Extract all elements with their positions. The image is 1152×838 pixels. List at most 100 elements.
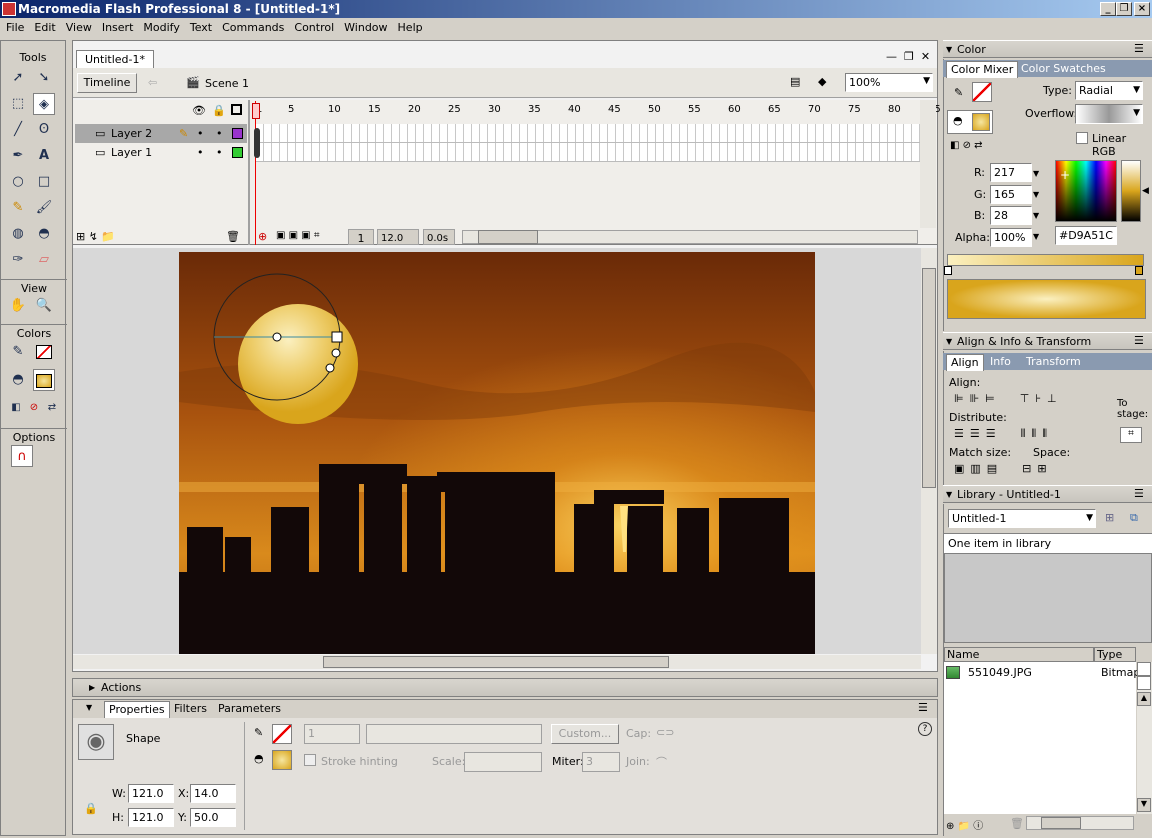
hand-tool-icon[interactable]: ✋ (7, 295, 29, 317)
timeline-divider[interactable] (248, 100, 250, 245)
tab-align[interactable]: Align (946, 354, 984, 371)
value-steppers[interactable]: ▼ ▼ ▼ ▼ (1033, 163, 1043, 247)
back-arrow-icon[interactable]: ⇦ (148, 76, 157, 89)
keyframe[interactable] (254, 128, 260, 158)
tab-filters[interactable]: Filters (170, 701, 211, 717)
height-field[interactable]: 121.0 (128, 808, 174, 827)
join-icon[interactable]: ⌒ (656, 754, 667, 770)
eyedropper-tool-icon[interactable]: ✑ (7, 249, 29, 271)
library-vscroll[interactable]: ▲ ▼ (1137, 662, 1152, 814)
center-frame-icon[interactable]: ⊕ (258, 230, 267, 243)
onion-skin-icons[interactable]: ▣ ▣ ▣ ⌗ (276, 230, 320, 241)
tab-info[interactable]: Info (986, 354, 1015, 370)
width-field[interactable]: 121.0 (128, 784, 174, 803)
tab-transform[interactable]: Transform (1022, 354, 1085, 370)
linear-rgb-checkbox[interactable] (1076, 132, 1088, 144)
document-tab[interactable]: Untitled-1* (76, 50, 154, 68)
edit-scene-icon[interactable]: ▤ (790, 75, 800, 88)
gradient-stop-left[interactable] (944, 266, 952, 275)
stroke-color-icon[interactable]: ✎ (7, 341, 29, 363)
library-bottom-icons[interactable]: ⊕ 📁 ⓘ (946, 817, 983, 832)
menu-insert[interactable]: Insert (98, 18, 138, 38)
minimize-button[interactable]: _ (1100, 2, 1116, 16)
text-tool-icon[interactable]: A (33, 145, 55, 167)
col-name-header[interactable]: Name (944, 647, 1094, 662)
menu-view[interactable]: View (62, 18, 96, 38)
swap-colors-icon[interactable]: ⇄ (41, 397, 63, 419)
stroke-color-swatch[interactable] (272, 724, 292, 744)
frames-row-1[interactable] (256, 143, 920, 162)
stage-vscroll[interactable] (921, 248, 937, 654)
timeline-button[interactable]: Timeline (77, 73, 137, 93)
subselect-tool-icon[interactable]: ➘ (33, 67, 55, 89)
custom-button[interactable]: Custom... (551, 724, 619, 744)
scale-select[interactable] (464, 752, 542, 772)
zoom-select[interactable]: 100% ▼ (845, 73, 933, 92)
alpha-field[interactable]: 100% (990, 228, 1032, 247)
match-space-buttons[interactable]: ▣▥▤ ⊟⊞ (954, 462, 1053, 475)
outline-icon[interactable] (231, 104, 242, 115)
tab-properties[interactable]: Properties (104, 701, 170, 718)
layer-row-1[interactable]: ▭ Layer 1 • • (75, 143, 247, 162)
panel-menu-icon[interactable]: ☰ (1134, 487, 1144, 500)
paint-bucket-tool-icon[interactable]: ◓ (33, 223, 55, 245)
brightness-slider[interactable] (1121, 160, 1141, 222)
help-icon[interactable]: ? (918, 722, 932, 736)
menu-help[interactable]: Help (394, 18, 427, 38)
fill-color-icon[interactable]: ◓ (7, 369, 29, 391)
library-item-type[interactable]: Bitmap (1101, 666, 1140, 679)
menu-commands[interactable]: Commands (218, 18, 288, 38)
delete-layer-icon[interactable]: 🗑 (226, 230, 240, 243)
mixer-mode-icons[interactable]: ◧ ⊘ ⇄ (950, 140, 983, 151)
collapse-arrow-icon[interactable]: ▼ (86, 703, 92, 712)
b-field[interactable]: 28 (990, 206, 1032, 225)
to-stage-button[interactable]: ⌗ (1120, 427, 1142, 443)
eraser-tool-icon[interactable]: ▱ (33, 249, 55, 271)
pencil-tool-icon[interactable]: ✎ (7, 197, 29, 219)
stroke-pencil-icon[interactable]: ✎ (954, 86, 963, 99)
layer-outline-color[interactable] (232, 147, 243, 158)
library-select[interactable]: Untitled-1 ▼ (948, 509, 1096, 528)
line-tool-icon[interactable]: ╱ (7, 119, 29, 141)
ink-bottle-tool-icon[interactable]: ◍ (7, 223, 29, 245)
library-panel-header[interactable]: Library - Untitled-1 (943, 485, 1152, 503)
menu-edit[interactable]: Edit (30, 18, 59, 38)
close-button[interactable]: × (1134, 2, 1150, 16)
mixer-stroke-swatch[interactable] (972, 82, 992, 102)
library-item-name[interactable]: 551049.JPG (968, 666, 1032, 679)
tab-color-swatches[interactable]: Color Swatches (1017, 61, 1110, 77)
snap-to-objects-icon[interactable]: ∩ (11, 445, 33, 467)
rectangle-tool-icon[interactable]: □ (33, 171, 55, 193)
brush-tool-icon[interactable]: 🖌 (33, 197, 55, 219)
stroke-style-select[interactable] (366, 724, 542, 744)
panel-menu-icon[interactable]: ☰ (1134, 42, 1144, 55)
type-select[interactable]: Radial ▼ (1075, 81, 1143, 100)
lock-icon[interactable]: 🔒 (212, 104, 226, 117)
brightness-arrow-icon[interactable]: ◀ (1142, 186, 1149, 196)
x-field[interactable]: 14.0 (190, 784, 236, 803)
menu-text[interactable]: Text (186, 18, 216, 38)
tab-parameters[interactable]: Parameters (214, 701, 285, 717)
edit-symbols-icon[interactable]: ◆ (818, 75, 826, 88)
gradient-stop-right[interactable] (1135, 266, 1143, 275)
pin-library-icon[interactable]: ⊞ (1105, 511, 1114, 524)
tab-color-mixer[interactable]: Color Mixer (946, 61, 1019, 78)
playhead-handle[interactable] (252, 103, 260, 119)
insert-layer-icons[interactable]: ⊞ ↯ 📁 (76, 230, 115, 243)
stroke-swatch[interactable] (33, 341, 55, 363)
zoom-tool-icon[interactable]: 🔍 (33, 295, 55, 317)
stroke-width-field[interactable]: 1 (304, 724, 360, 744)
y-field[interactable]: 50.0 (190, 808, 236, 827)
frames-row-2[interactable] (256, 124, 920, 143)
gradient-transform-tool-icon[interactable]: ◈ (33, 93, 55, 115)
g-field[interactable]: 165 (990, 185, 1032, 204)
playhead[interactable] (255, 101, 256, 245)
free-transform-tool-icon[interactable]: ⬚ (7, 93, 29, 115)
new-library-icon[interactable]: ⧉ (1130, 511, 1138, 525)
pen-tool-icon[interactable]: ✒ (7, 145, 29, 167)
layer-outline-color[interactable] (232, 128, 243, 139)
color-panel-header[interactable]: Color (943, 40, 1152, 58)
stage-image[interactable] (179, 252, 815, 654)
stroke-hinting-checkbox[interactable] (304, 754, 316, 766)
menu-window[interactable]: Window (340, 18, 391, 38)
